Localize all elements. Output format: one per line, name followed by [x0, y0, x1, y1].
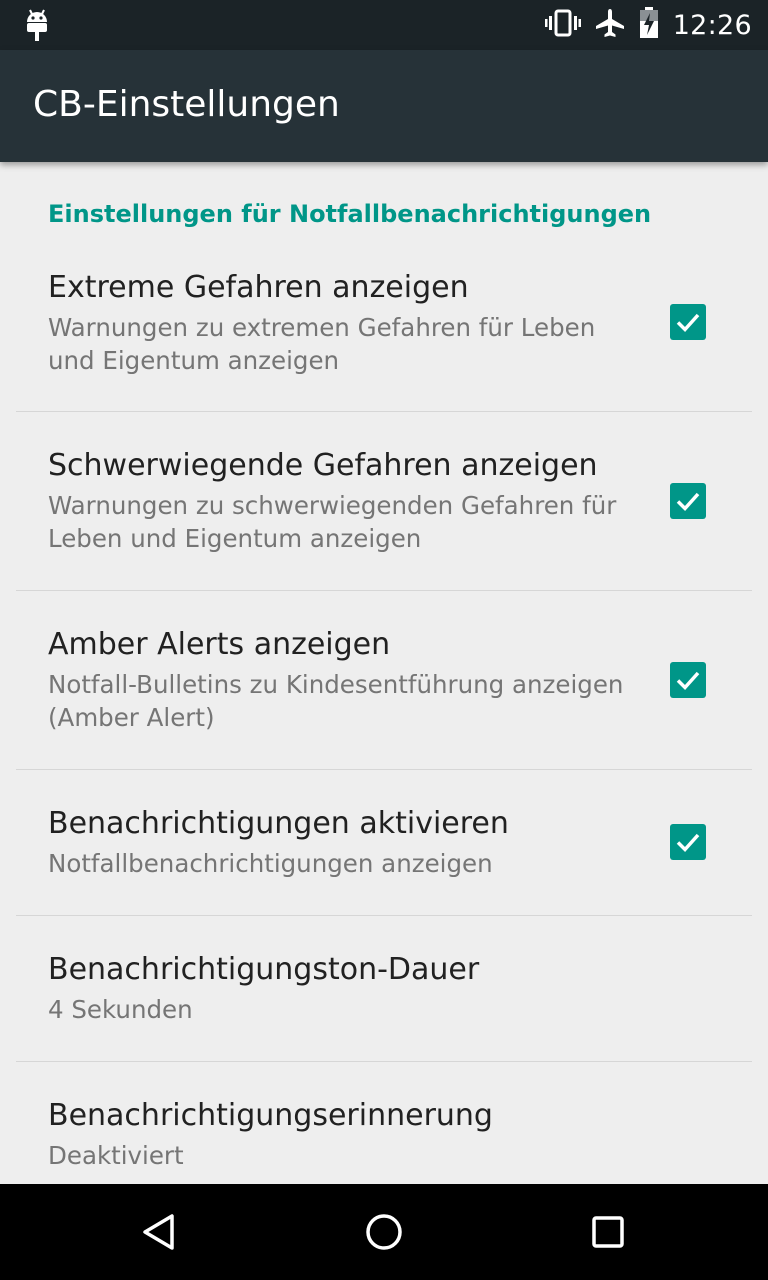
screen: 12:26 CB-Einstellungen Einstellungen für…: [0, 0, 768, 1280]
pref-summary: Notfall-Bulletins zu Kindesentführung an…: [48, 670, 624, 732]
status-icons: 12:26: [544, 0, 752, 50]
status-bar: 12:26: [0, 0, 768, 50]
extreme-threats-checkbox[interactable]: [670, 304, 706, 340]
home-icon: [366, 1214, 402, 1250]
pref-title: Amber Alerts anzeigen: [48, 627, 391, 662]
pref-title: Benachrichtigungston-Dauer: [48, 952, 480, 987]
page-title: CB-Einstellungen: [33, 84, 340, 125]
pref-summary: Warnungen zu schwerwiegenden Gefahren fü…: [48, 491, 617, 553]
pref-title: Benachrichtigungen aktivieren: [48, 806, 509, 841]
battery-charging-icon: [639, 7, 659, 43]
pref-summary: Notfallbenachrichtigungen anzeigen: [48, 849, 493, 878]
recents-icon: [592, 1216, 624, 1248]
settings-category-header: Einstellungen für Notfallbenachrichtigun…: [48, 200, 652, 228]
pref-title: Benachrichtigungserinnerung: [48, 1098, 493, 1133]
enable-notifications-checkbox[interactable]: [670, 824, 706, 860]
app-bar: CB-Einstellungen: [0, 50, 768, 162]
pref-severe-threats[interactable]: Schwerwiegende Gefahren anzeigen Warnung…: [0, 412, 768, 590]
navigation-bar: [0, 1184, 768, 1280]
severe-threats-checkbox[interactable]: [670, 483, 706, 519]
status-clock: 12:26: [672, 9, 752, 41]
pref-summary: 4 Sekunden: [48, 995, 193, 1024]
settings-list[interactable]: Einstellungen für Notfallbenachrichtigun…: [0, 162, 768, 1184]
pref-amber-alerts[interactable]: Amber Alerts anzeigen Notfall-Bulletins …: [0, 591, 768, 769]
recents-button[interactable]: [578, 1202, 638, 1262]
pref-alert-sound-duration[interactable]: Benachrichtigungston-Dauer 4 Sekunden: [0, 916, 768, 1061]
pref-summary: Deaktiviert: [48, 1141, 184, 1170]
pref-extreme-threats[interactable]: Extreme Gefahren anzeigen Warnungen zu e…: [0, 248, 768, 412]
amber-alerts-checkbox[interactable]: [670, 662, 706, 698]
check-icon: [676, 671, 700, 691]
pref-enable-notifications[interactable]: Benachrichtigungen aktivieren Notfallben…: [0, 770, 768, 915]
check-icon: [676, 313, 700, 333]
back-icon: [143, 1214, 174, 1250]
check-icon: [676, 833, 700, 853]
pref-summary: Warnungen zu extremen Gefahren für Leben…: [48, 313, 596, 375]
check-icon: [676, 492, 700, 512]
vibrate-icon: [544, 8, 581, 42]
pref-title: Extreme Gefahren anzeigen: [48, 270, 469, 305]
android-debug-icon: [22, 8, 52, 42]
airplane-mode-icon: [595, 8, 625, 42]
home-button[interactable]: [354, 1202, 414, 1262]
pref-title: Schwerwiegende Gefahren anzeigen: [48, 448, 598, 483]
back-button[interactable]: [130, 1202, 190, 1262]
pref-alert-reminder[interactable]: Benachrichtigungserinnerung Deaktiviert: [0, 1062, 768, 1184]
